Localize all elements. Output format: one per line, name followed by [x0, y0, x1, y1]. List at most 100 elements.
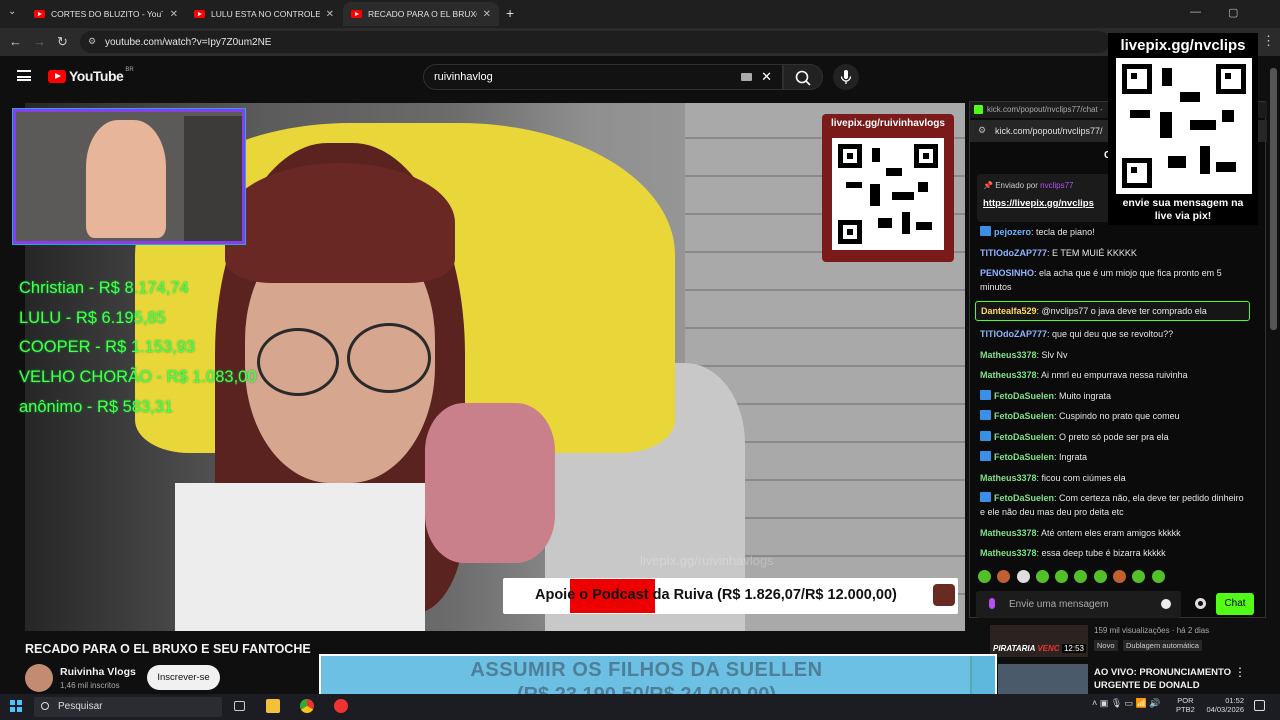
chat-username[interactable]: FetoDaSuelen — [994, 411, 1054, 421]
voice-search-button[interactable] — [833, 64, 859, 90]
chat-message: Matheus3378: Ai nmrl eu empurrava nessa … — [980, 370, 1188, 380]
chat-username[interactable]: Matheus3378 — [980, 350, 1037, 360]
input-language[interactable]: POR PTB2 — [1176, 696, 1195, 714]
video-frame-glasses-right — [347, 323, 431, 393]
chat-message: FetoDaSuelen: Com certeza não, ela deve … — [980, 492, 1244, 517]
chat-username[interactable]: Matheus3378 — [980, 548, 1037, 558]
pinned-link[interactable]: https://livepix.gg/nvclips — [983, 198, 1094, 209]
livepix-overlay: livepix.gg/nvclips envie sua mensagem na… — [1108, 33, 1258, 225]
tab-recado-para-o-el-bruxo[interactable]: RECADO PARA O EL BRUXO ✕ — [343, 2, 499, 26]
chat-message-text: tecla de piano! — [1036, 227, 1095, 237]
chat-send-button[interactable]: Chat — [1216, 593, 1254, 615]
reload-icon[interactable]: ↻ — [57, 34, 68, 50]
emote-icon[interactable] — [1074, 570, 1088, 583]
chat-message-text: ficou com ciúmes ela — [1041, 472, 1126, 483]
chat-url-text: kick.com/popout/nvclips77/ — [995, 126, 1103, 136]
youtube-logo[interactable]: YouTube BR — [48, 67, 134, 84]
subscriber-badge-icon — [980, 492, 991, 502]
donor-entry: Christian - R$ 8.174,74 — [19, 279, 189, 297]
subscribe-button[interactable]: Inscrever-se — [147, 665, 220, 690]
webcam-streamer — [86, 120, 166, 238]
recommended-video-thumbnail[interactable] — [998, 664, 1088, 694]
tab-lulu-esta-no-controle[interactable]: LULU ESTA NO CONTROLE DE ✕ — [186, 2, 342, 26]
hamburger-menu-icon[interactable] — [17, 70, 31, 81]
tab-close-icon[interactable]: ✕ — [164, 9, 178, 20]
chat-username[interactable]: TITIOdoZAP777 — [980, 248, 1047, 258]
task-view-icon[interactable] — [234, 701, 245, 711]
more-options-icon[interactable]: ⋮ — [1234, 665, 1246, 679]
clear-search-icon[interactable]: ✕ — [761, 69, 772, 85]
site-info-icon[interactable]: ⚙ — [88, 36, 96, 47]
search-value: ruivinhavlog — [434, 71, 493, 83]
country-code: BR — [125, 67, 134, 73]
address-bar[interactable]: ⚙ youtube.com/watch?v=Ipy7Z0um2NE — [80, 31, 1110, 53]
keyboard-icon[interactable] — [741, 73, 752, 81]
forward-arrow-icon[interactable]: → — [33, 34, 46, 49]
chat-username[interactable]: FetoDaSuelen — [994, 493, 1054, 503]
tab-close-icon[interactable]: ✕ — [320, 9, 334, 20]
chat-message-list: pejozero: tecla de piano! TITIOdoZAP777: … — [975, 225, 1250, 567]
minimize-button[interactable]: — — [1190, 6, 1201, 18]
maximize-button[interactable]: ▢ — [1228, 6, 1238, 19]
microphone-icon — [840, 70, 852, 84]
emote-icon[interactable] — [1016, 570, 1030, 583]
file-explorer-icon[interactable] — [266, 699, 280, 713]
goal-text: Apoie o Podcast da Ruiva (R$ 1.826,07/R$… — [535, 587, 897, 603]
notification-icon[interactable] — [1254, 700, 1265, 711]
chat-message-text: Até ontem eles eram amigos kkkkk — [1041, 527, 1181, 538]
browser-toolbar: ← → ↻ ⚙ youtube.com/watch?v=Ipy7Z0um2NE … — [0, 28, 1280, 56]
microphone-icon[interactable] — [989, 598, 995, 609]
language-code: POR — [1177, 696, 1194, 705]
video-watermark: livepix.gg/ruivinhavlogs — [640, 553, 774, 568]
chat-username[interactable]: TITIOdoZAP777 — [980, 329, 1047, 339]
emote-icon[interactable] — [997, 570, 1011, 583]
tab-cortes-do-bluzito[interactable]: CORTES DO BLUZITO - YouTube ✕ — [26, 2, 186, 26]
page-scrollbar[interactable] — [1270, 68, 1277, 330]
youtube-play-icon — [48, 69, 66, 83]
taskbar-search[interactable]: Pesquisar — [34, 697, 222, 717]
emote-icon[interactable] — [978, 570, 991, 583]
emote-icon[interactable] — [1055, 570, 1069, 583]
pinned-message: 📌 Enviado por nvclips77 https://livepix.… — [977, 174, 1117, 222]
chat-username[interactable]: FetoDaSuelen — [994, 452, 1054, 462]
recommended-video-thumbnail[interactable]: PIRATARIA VENC 12:53 — [990, 625, 1088, 657]
chat-username[interactable]: Matheus3378 — [980, 370, 1037, 380]
emote-icon[interactable] — [1035, 570, 1049, 583]
chat-username[interactable]: PENOSINHO — [980, 268, 1034, 278]
channel-avatar[interactable] — [25, 664, 53, 692]
chat-username[interactable]: FetoDaSuelen — [994, 432, 1054, 442]
chrome-icon[interactable] — [300, 699, 314, 713]
site-info-icon[interactable]: ⚙ — [978, 125, 986, 136]
tab-list-chevron-icon[interactable]: ⌄ — [8, 6, 16, 17]
chat-message: Dantealfa529: @nvclips77 o java deve ter… — [975, 300, 1250, 321]
system-tray[interactable]: ˄ ▣ 🎙 ▭ 📶 🔊 — [1092, 698, 1161, 709]
emote-bar — [978, 570, 1171, 583]
emote-icon[interactable] — [1132, 570, 1146, 583]
emote-icon[interactable] — [1113, 570, 1127, 583]
chrome-profile-icon[interactable] — [334, 699, 348, 713]
emote-icon[interactable] — [1151, 570, 1165, 583]
search-input[interactable]: ruivinhavlog ✕ — [423, 64, 783, 90]
browser-menu-icon[interactable]: ⋮ — [1262, 33, 1275, 49]
tab-close-icon[interactable]: ✕ — [477, 9, 491, 20]
emoji-icon[interactable] — [1161, 599, 1171, 609]
emote-icon[interactable] — [1093, 570, 1107, 583]
chat-message-input[interactable]: Envie uma mensagem — [976, 591, 1181, 618]
chat-settings-gear-icon[interactable] — [1195, 598, 1206, 609]
channel-name[interactable]: Ruivinha Vlogs — [60, 666, 136, 678]
new-tab-button[interactable]: + — [506, 5, 514, 21]
chat-username[interactable]: pejozero — [994, 227, 1031, 237]
youtube-favicon-icon — [351, 10, 362, 18]
taskbar-clock[interactable]: 01:52 04/03/2026 — [1200, 696, 1244, 714]
recommended-video-meta: 159 mil visualizações · há 2 dias — [1094, 626, 1210, 635]
pin-icon: 📌 — [983, 181, 993, 190]
windows-start-icon[interactable] — [10, 700, 22, 712]
chat-username[interactable]: FetoDaSuelen — [994, 391, 1054, 401]
chat-username[interactable]: Matheus3378 — [980, 528, 1037, 538]
chat-username[interactable]: Matheus3378 — [980, 473, 1037, 483]
chat-message-text: @nvclips77 o java deve ter comprado ela — [1041, 305, 1207, 316]
auto-dub-badge: Dublagem automática — [1123, 640, 1202, 651]
search-button[interactable] — [783, 64, 823, 90]
chat-username[interactable]: Dantealfa529 — [981, 306, 1037, 316]
back-arrow-icon[interactable]: ← — [9, 34, 22, 49]
